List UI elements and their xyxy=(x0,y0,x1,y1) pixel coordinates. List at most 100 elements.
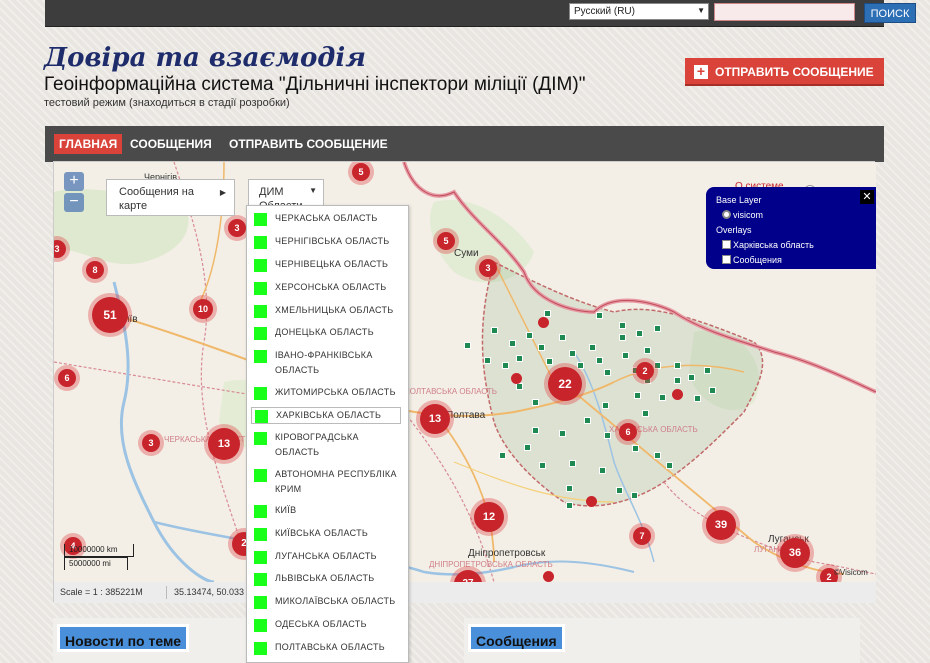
house-marker[interactable] xyxy=(464,342,471,349)
cluster-marker[interactable]: 3 xyxy=(479,259,497,277)
cluster-marker[interactable]: 51 xyxy=(92,297,128,333)
house-marker[interactable] xyxy=(532,427,539,434)
house-marker[interactable] xyxy=(516,383,523,390)
region-option[interactable]: КІРОВОГРАДСЬКА ОБЛАСТЬ xyxy=(251,430,401,460)
region-option[interactable]: МИКОЛАЇВСЬКА ОБЛАСТЬ xyxy=(251,594,401,609)
zoom-in-button[interactable]: + xyxy=(64,172,84,191)
message-pin[interactable] xyxy=(543,571,554,582)
cluster-marker[interactable]: 36 xyxy=(780,538,810,568)
cluster-marker[interactable]: 3 xyxy=(228,219,246,237)
nav-item-send-message[interactable]: ОТПРАВИТЬ СООБЩЕНИЕ xyxy=(224,134,393,154)
region-option[interactable]: ХЕРСОНСЬКА ОБЛАСТЬ xyxy=(251,280,401,295)
house-marker[interactable] xyxy=(694,395,701,402)
message-pin[interactable] xyxy=(586,496,597,507)
house-marker[interactable] xyxy=(642,410,649,417)
cluster-marker[interactable]: 6 xyxy=(58,369,76,387)
region-option[interactable]: ДОНЕЦЬКА ОБЛАСТЬ xyxy=(251,325,401,340)
house-marker[interactable] xyxy=(499,452,506,459)
house-marker[interactable] xyxy=(659,394,666,401)
region-option[interactable]: ЧЕРНІГІВСЬКА ОБЛАСТЬ xyxy=(251,234,401,249)
house-marker[interactable] xyxy=(509,340,516,347)
cluster-marker[interactable]: 39 xyxy=(706,510,736,540)
house-marker[interactable] xyxy=(532,399,539,406)
cluster-marker[interactable]: 5 xyxy=(352,163,370,181)
overlay-option-messages[interactable]: Сообщения xyxy=(716,253,866,268)
region-option[interactable]: ЛЬВІВСЬКА ОБЛАСТЬ xyxy=(251,571,401,586)
cluster-marker[interactable]: 6 xyxy=(619,423,637,441)
house-marker[interactable] xyxy=(538,344,545,351)
house-marker[interactable] xyxy=(602,402,609,409)
house-marker[interactable] xyxy=(566,502,573,509)
house-marker[interactable] xyxy=(634,392,641,399)
message-pin[interactable] xyxy=(672,389,683,400)
house-marker[interactable] xyxy=(704,367,711,374)
house-marker[interactable] xyxy=(544,310,551,317)
house-marker[interactable] xyxy=(688,374,695,381)
house-marker[interactable] xyxy=(526,332,533,339)
house-marker[interactable] xyxy=(604,369,611,376)
house-marker[interactable] xyxy=(674,377,681,384)
cluster-marker[interactable]: 3 xyxy=(142,434,160,452)
house-marker[interactable] xyxy=(539,462,546,469)
house-marker[interactable] xyxy=(622,352,629,359)
region-option[interactable]: ІВАНО-ФРАНКІВСЬКА ОБЛАСТЬ xyxy=(251,348,401,378)
cluster-marker[interactable]: 13 xyxy=(208,428,240,460)
house-marker[interactable] xyxy=(577,362,584,369)
cluster-marker[interactable]: 10 xyxy=(193,299,213,319)
house-marker[interactable] xyxy=(636,330,643,337)
region-option[interactable]: ХМЕЛЬНИЦЬКА ОБЛАСТЬ xyxy=(251,303,401,318)
house-marker[interactable] xyxy=(619,322,626,329)
region-option[interactable]: ЧЕРКАСЬКА ОБЛАСТЬ xyxy=(251,211,401,226)
messages-on-map-dropdown[interactable]: Сообщения на карте ▶ xyxy=(106,179,235,216)
house-marker[interactable] xyxy=(546,358,553,365)
house-marker[interactable] xyxy=(616,487,623,494)
message-pin[interactable] xyxy=(538,317,549,328)
region-option[interactable]: ПОЛТАВСЬКА ОБЛАСТЬ xyxy=(251,640,401,655)
region-option[interactable]: ЖИТОМИРСЬКА ОБЛАСТЬ xyxy=(251,385,401,400)
house-marker[interactable] xyxy=(491,327,498,334)
house-marker[interactable] xyxy=(516,355,523,362)
house-marker[interactable] xyxy=(654,362,661,369)
house-marker[interactable] xyxy=(559,430,566,437)
house-marker[interactable] xyxy=(584,417,591,424)
nav-item-home[interactable]: ГЛАВНАЯ xyxy=(54,134,123,154)
house-marker[interactable] xyxy=(709,387,716,394)
send-message-button[interactable]: + ОТПРАВИТЬ СООБЩЕНИЕ xyxy=(685,58,884,86)
language-select[interactable]: Русский (RU) ▼ xyxy=(569,3,709,20)
house-marker[interactable] xyxy=(559,334,566,341)
cluster-marker[interactable]: 7 xyxy=(633,527,651,545)
house-marker[interactable] xyxy=(596,357,603,364)
house-marker[interactable] xyxy=(631,492,638,499)
house-marker[interactable] xyxy=(604,432,611,439)
house-marker[interactable] xyxy=(654,325,661,332)
region-option[interactable]: АВТОНОМНА РЕСПУБЛІКА КРИМ xyxy=(251,467,401,497)
house-marker[interactable] xyxy=(524,444,531,451)
house-marker[interactable] xyxy=(674,362,681,369)
house-marker[interactable] xyxy=(654,452,661,459)
house-marker[interactable] xyxy=(596,312,603,319)
nav-item-messages[interactable]: СООБЩЕНИЯ xyxy=(125,134,217,154)
cluster-marker[interactable]: 13 xyxy=(420,404,450,434)
house-marker[interactable] xyxy=(566,485,573,492)
cluster-marker[interactable]: 12 xyxy=(474,502,504,532)
house-marker[interactable] xyxy=(569,460,576,467)
house-marker[interactable] xyxy=(502,362,509,369)
house-marker[interactable] xyxy=(644,347,651,354)
cluster-marker[interactable]: 2 xyxy=(636,362,654,380)
region-option[interactable]: ЛУГАНСЬКА ОБЛАСТЬ xyxy=(251,549,401,564)
zoom-out-button[interactable]: − xyxy=(64,193,84,212)
house-marker[interactable] xyxy=(599,467,606,474)
region-option[interactable]: КИЇВСЬКА ОБЛАСТЬ xyxy=(251,526,401,541)
message-pin[interactable] xyxy=(511,373,522,384)
house-marker[interactable] xyxy=(619,334,626,341)
region-option[interactable]: ОДЕСЬКА ОБЛАСТЬ xyxy=(251,617,401,632)
search-input[interactable] xyxy=(714,3,855,21)
house-marker[interactable] xyxy=(589,344,596,351)
map-viewport[interactable]: ХАРКІВСЬКА ОБЛАСТЬ ПОЛТАВСЬКА ОБЛАСТЬ ЧЕ… xyxy=(54,162,876,582)
base-layer-option[interactable]: visicom xyxy=(716,208,866,223)
cluster-marker[interactable]: 22 xyxy=(548,367,582,401)
cluster-marker[interactable]: 5 xyxy=(437,232,455,250)
region-option[interactable]: КИЇВ xyxy=(251,503,401,518)
cluster-marker[interactable]: 8 xyxy=(86,261,104,279)
house-marker[interactable] xyxy=(569,350,576,357)
